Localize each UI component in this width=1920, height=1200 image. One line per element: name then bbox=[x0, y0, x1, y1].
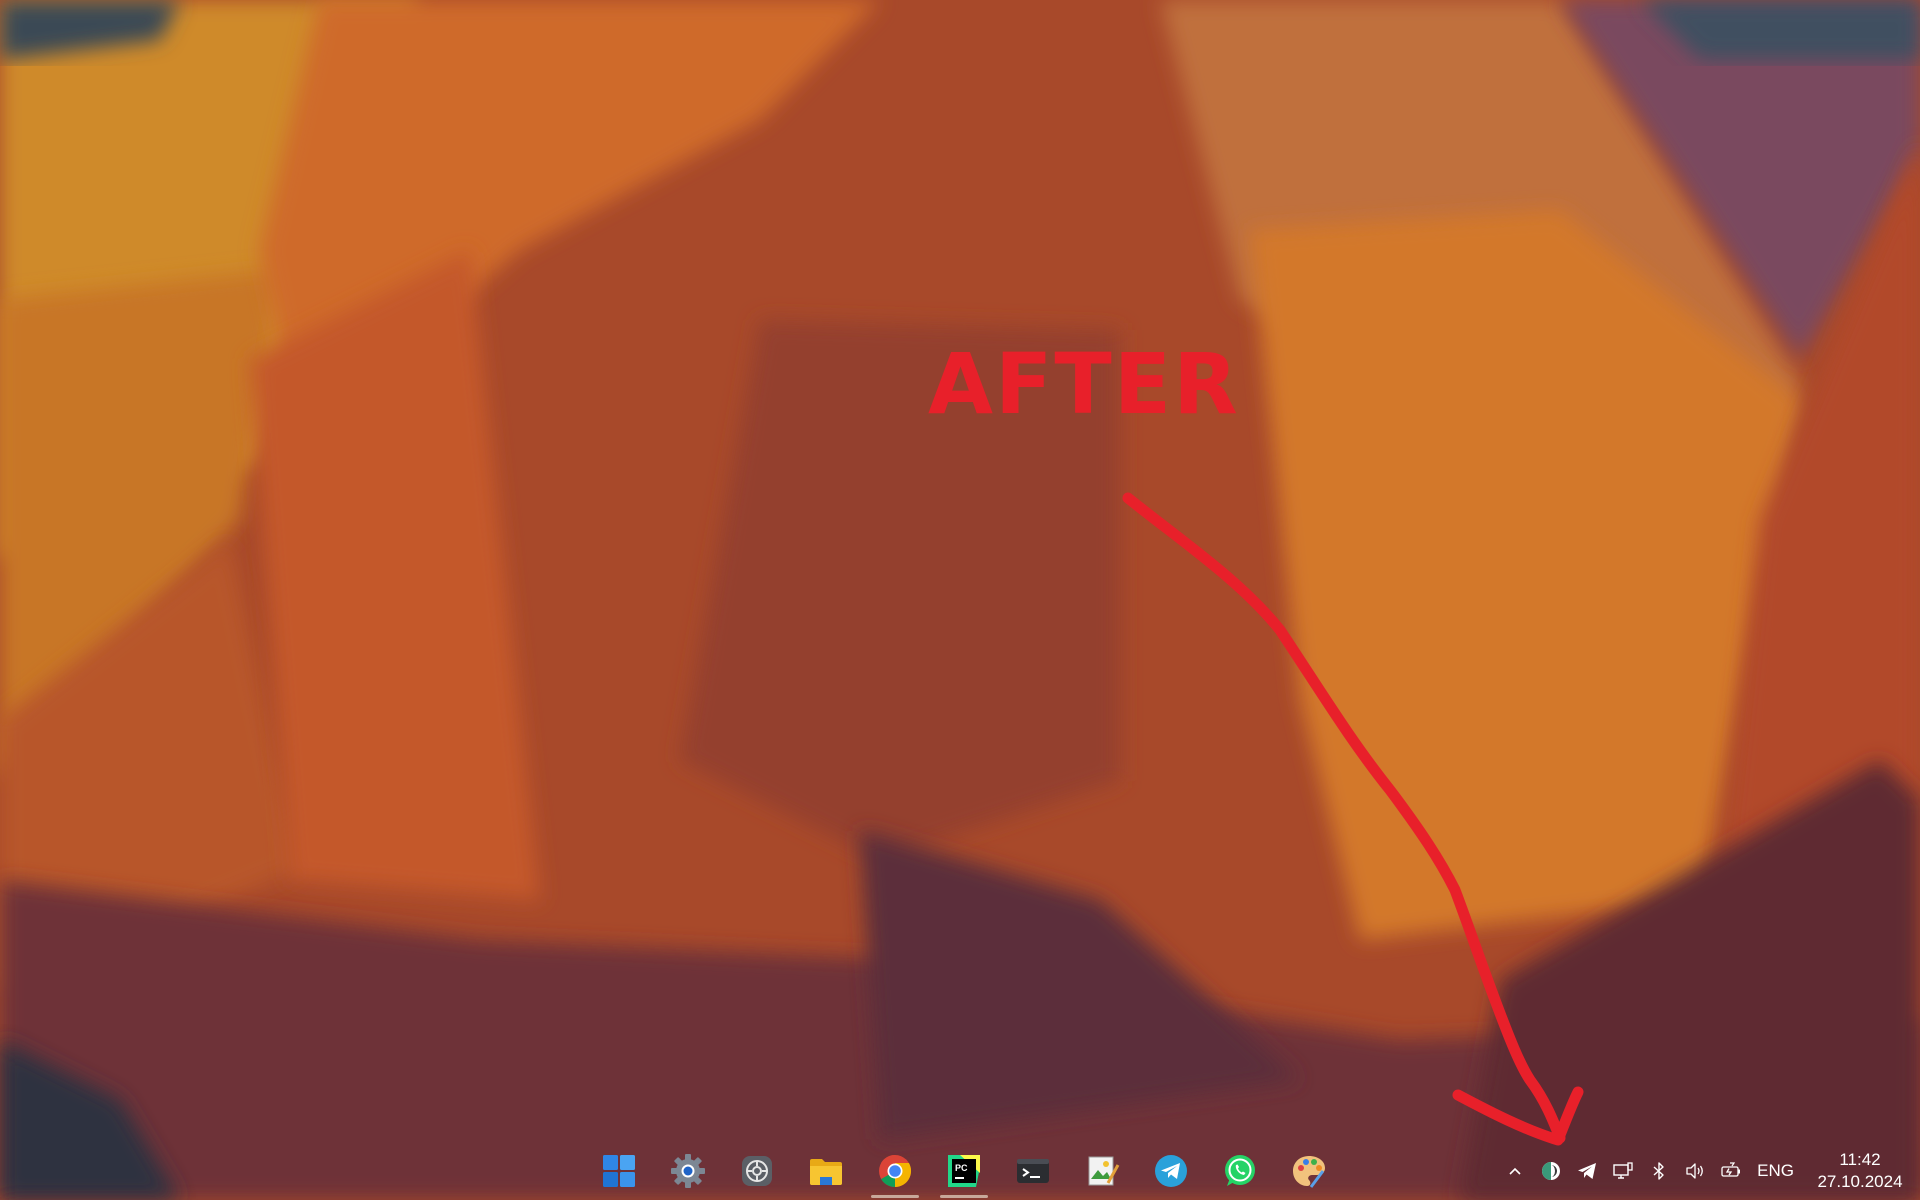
input-language-indicator[interactable]: ENG bbox=[1749, 1142, 1808, 1200]
bluetooth-icon bbox=[1653, 1162, 1664, 1180]
settings-app[interactable] bbox=[653, 1142, 722, 1200]
bluetooth-tray-button[interactable] bbox=[1641, 1142, 1677, 1200]
chrome-icon bbox=[878, 1155, 911, 1187]
half-circle-theme-icon bbox=[1542, 1162, 1561, 1180]
clock-date: 27.10.2024 bbox=[1817, 1172, 1903, 1191]
whatsapp-app[interactable] bbox=[1205, 1142, 1274, 1200]
telegram-icon bbox=[1154, 1155, 1187, 1187]
battery-tray-button[interactable] bbox=[1713, 1142, 1749, 1200]
paint-app[interactable] bbox=[1274, 1142, 1343, 1200]
picture-edit-icon bbox=[1088, 1156, 1119, 1186]
system-tray: ENG 11:42 27.10.2024 bbox=[1497, 1142, 1920, 1200]
chevron-up-icon bbox=[1509, 1167, 1521, 1175]
windows-logo-icon bbox=[602, 1155, 635, 1187]
taskbar-apps: PC bbox=[584, 1142, 1343, 1200]
desktop-wallpaper bbox=[0, 0, 1920, 1200]
network-display-icon bbox=[1613, 1162, 1633, 1179]
taskbar: PC ENG 11:42 27.10.2024 bbox=[0, 1142, 1920, 1200]
system-app[interactable] bbox=[722, 1142, 791, 1200]
chrome-app[interactable] bbox=[860, 1142, 929, 1200]
pycharm-icon: PC bbox=[947, 1155, 980, 1187]
telegram-app[interactable] bbox=[1136, 1142, 1205, 1200]
start-button[interactable] bbox=[584, 1142, 653, 1200]
folder-icon bbox=[809, 1159, 842, 1185]
show-hidden-icons-button[interactable] bbox=[1497, 1142, 1533, 1200]
whatsapp-icon bbox=[1224, 1155, 1255, 1186]
running-indicator bbox=[870, 1195, 919, 1198]
pycharm-label: PC bbox=[955, 1163, 968, 1173]
theme-app-tray-button[interactable] bbox=[1533, 1142, 1569, 1200]
pycharm-app[interactable]: PC bbox=[929, 1142, 998, 1200]
volume-icon bbox=[1686, 1163, 1704, 1179]
file-explorer-app[interactable] bbox=[791, 1142, 860, 1200]
clock-button[interactable]: 11:42 27.10.2024 bbox=[1808, 1142, 1912, 1200]
clock-time: 11:42 bbox=[1839, 1150, 1881, 1169]
telegram-tray-icon bbox=[1578, 1163, 1597, 1179]
volume-tray-button[interactable] bbox=[1677, 1142, 1713, 1200]
gear-icon bbox=[670, 1154, 705, 1188]
telegram-tray-button[interactable] bbox=[1569, 1142, 1605, 1200]
image-editor-app[interactable] bbox=[1067, 1142, 1136, 1200]
network-tray-button[interactable] bbox=[1605, 1142, 1641, 1200]
palette-icon bbox=[1292, 1156, 1325, 1188]
running-indicator bbox=[939, 1195, 988, 1198]
battery-charging-icon bbox=[1721, 1162, 1741, 1177]
terminal-app[interactable] bbox=[998, 1142, 1067, 1200]
terminal-icon bbox=[1016, 1159, 1049, 1183]
dial-settings-icon bbox=[741, 1156, 772, 1186]
